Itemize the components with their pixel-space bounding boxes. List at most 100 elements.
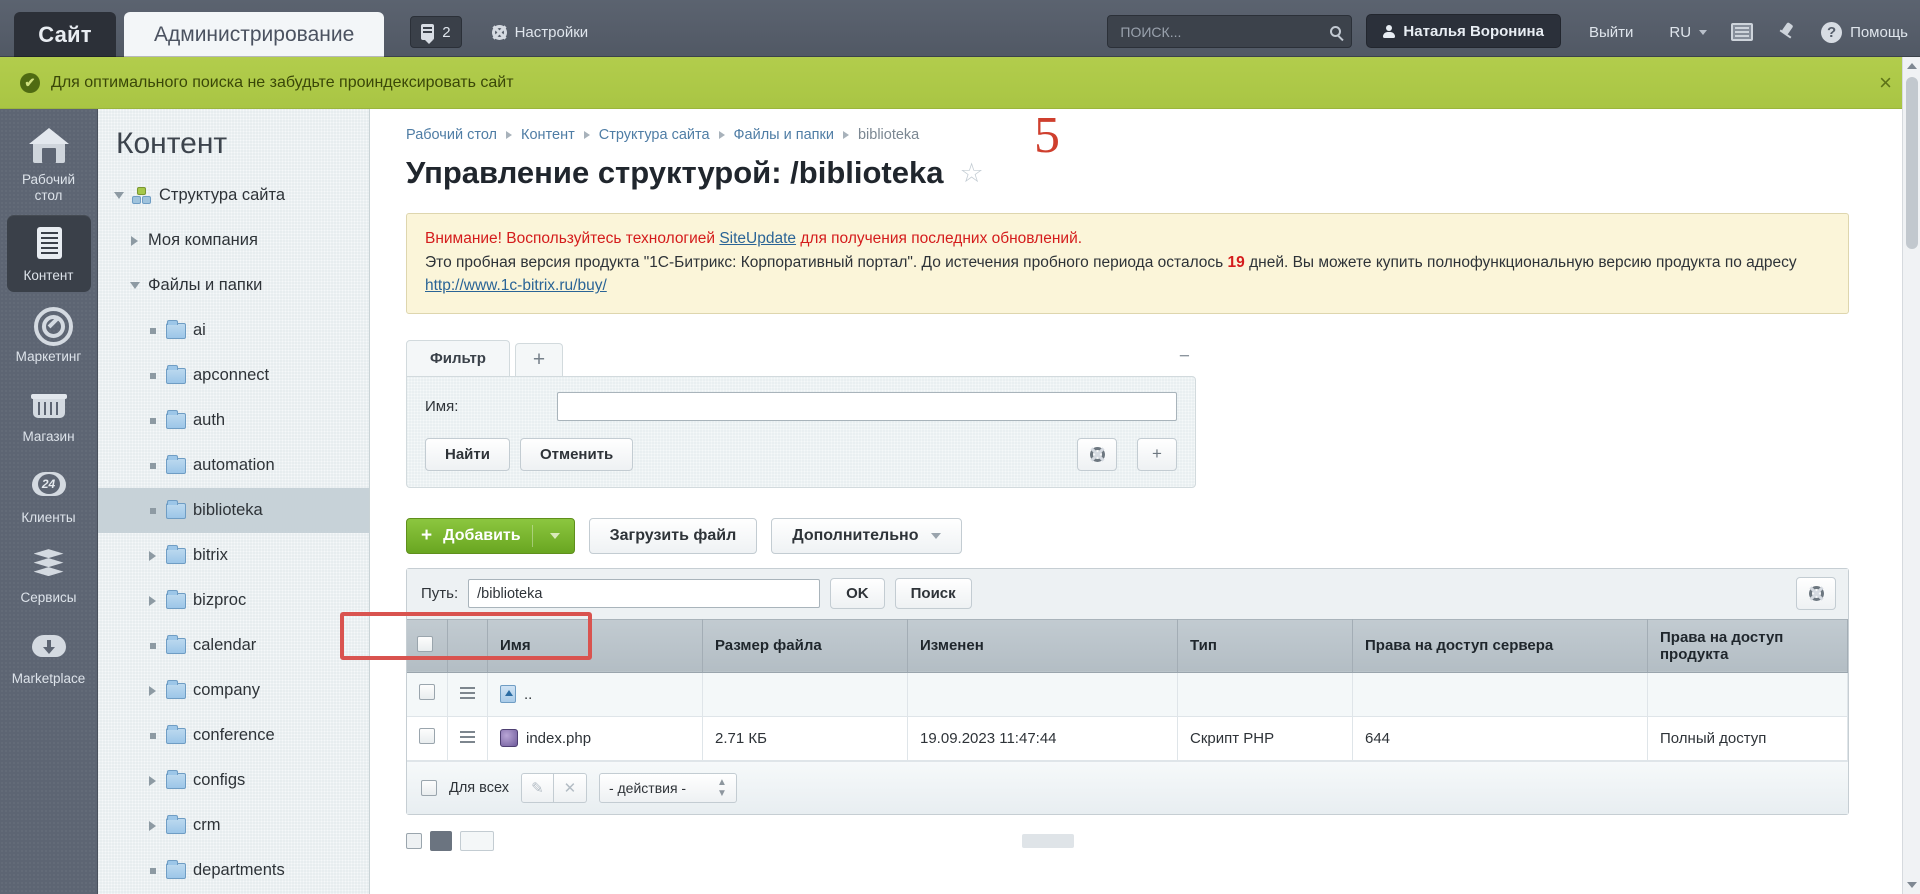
- tree-node-conference[interactable]: conference: [98, 713, 369, 758]
- column-type[interactable]: Тип: [1178, 619, 1353, 672]
- tree-node-crm[interactable]: crm: [98, 803, 369, 848]
- twisty-down-icon[interactable]: [128, 282, 141, 289]
- user-menu[interactable]: Наталья Воронина: [1366, 14, 1561, 48]
- search-icon[interactable]: [1330, 26, 1341, 37]
- grid-settings-button[interactable]: [1796, 577, 1836, 610]
- rail-item-content[interactable]: Контент: [7, 215, 91, 292]
- column-product-rights[interactable]: Права на доступ продукта: [1648, 619, 1848, 672]
- tree-node-auth[interactable]: auth: [98, 398, 369, 443]
- tree-node-ai[interactable]: ai: [98, 308, 369, 353]
- row-checkbox-cell[interactable]: [407, 716, 448, 760]
- close-icon[interactable]: ×: [1879, 72, 1900, 94]
- keyboard-shortcuts-button[interactable]: [1719, 16, 1765, 48]
- buy-link[interactable]: http://www.1c-bitrix.ru/buy/: [425, 277, 607, 294]
- row-name-cell[interactable]: index.php: [488, 716, 703, 760]
- twisty-right-icon[interactable]: [128, 236, 141, 246]
- pin-button[interactable]: [1765, 16, 1809, 48]
- tree-node-automation[interactable]: automation: [98, 443, 369, 488]
- twisty-right-icon[interactable]: [146, 686, 159, 696]
- rail-item-marketplace[interactable]: Marketplace: [7, 618, 91, 695]
- menu-icon[interactable]: [460, 736, 475, 738]
- row-menu-cell[interactable]: [448, 672, 488, 716]
- twisty-right-icon[interactable]: [146, 596, 159, 606]
- bulk-action-select[interactable]: - действия - ▲▼: [599, 773, 737, 803]
- row-checkbox-cell[interactable]: [407, 672, 448, 716]
- logout-link[interactable]: Выйти: [1577, 16, 1645, 48]
- add-filter-tab-button[interactable]: +: [515, 343, 563, 376]
- rail-item-clients[interactable]: 24 Клиенты: [7, 457, 91, 534]
- filter-cancel-button[interactable]: Отменить: [520, 438, 633, 471]
- rail-item-marketing[interactable]: Маркетинг: [7, 296, 91, 373]
- search-input[interactable]: [1118, 23, 1330, 41]
- row-menu-cell[interactable]: [448, 716, 488, 760]
- global-search[interactable]: [1107, 15, 1352, 48]
- tree-node-bitrix[interactable]: bitrix: [98, 533, 369, 578]
- tree-node-my-company[interactable]: Моя компания: [98, 218, 369, 263]
- table-row[interactable]: ..: [407, 672, 1848, 716]
- column-select-all[interactable]: [407, 619, 448, 672]
- twisty-right-icon[interactable]: [146, 821, 159, 831]
- siteupdate-link[interactable]: SiteUpdate: [719, 230, 796, 247]
- bottom-dark-button[interactable]: [430, 831, 452, 851]
- tree-node-company[interactable]: company: [98, 668, 369, 713]
- more-actions-button[interactable]: Дополнительно: [771, 518, 961, 554]
- tree-node-biblioteka[interactable]: biblioteka: [98, 488, 369, 533]
- rail-item-shop[interactable]: Магазин: [7, 376, 91, 453]
- column-size[interactable]: Размер файла: [703, 619, 908, 672]
- checkbox-icon[interactable]: [417, 636, 433, 652]
- breadcrumb-item-files[interactable]: Файлы и папки: [734, 127, 834, 143]
- select-all-checkbox[interactable]: [421, 780, 437, 796]
- tab-administration[interactable]: Администрирование: [124, 12, 384, 57]
- tree-node-configs[interactable]: configs: [98, 758, 369, 803]
- path-search-button[interactable]: Поиск: [895, 578, 972, 609]
- filter-name-input[interactable]: [557, 392, 1177, 421]
- filter-settings-button[interactable]: [1077, 438, 1117, 471]
- filter-right-buttons: +: [1077, 438, 1177, 471]
- menu-icon[interactable]: [460, 692, 475, 694]
- tree-node-files-folders[interactable]: Файлы и папки: [98, 263, 369, 308]
- settings-link[interactable]: Настройки: [480, 16, 601, 48]
- breadcrumb-item-desktop[interactable]: Рабочий стол: [406, 127, 497, 143]
- bottom-light-button[interactable]: [460, 831, 494, 851]
- language-switcher[interactable]: RU: [1657, 16, 1719, 48]
- tree-node-apconnect[interactable]: apconnect: [98, 353, 369, 398]
- breadcrumb-item-sitemap[interactable]: Структура сайта: [599, 127, 710, 143]
- help-link[interactable]: ? Помощь: [1809, 16, 1920, 48]
- twisty-right-icon[interactable]: [146, 551, 159, 561]
- rail-item-services[interactable]: Сервисы: [7, 537, 91, 614]
- column-name[interactable]: Имя: [488, 619, 703, 672]
- collapse-filter-button[interactable]: −: [1179, 346, 1190, 368]
- tab-filter[interactable]: Фильтр: [406, 340, 510, 376]
- twisty-right-icon[interactable]: [146, 776, 159, 786]
- column-server-rights[interactable]: Права на доступ сервера: [1353, 619, 1648, 672]
- path-ok-button[interactable]: OK: [830, 578, 885, 609]
- tree-node-sitemap[interactable]: Структура сайта: [98, 173, 369, 218]
- upload-file-button[interactable]: Загрузить файл: [589, 518, 758, 554]
- scrollbar-thumb[interactable]: [1906, 77, 1918, 249]
- path-input[interactable]: [468, 579, 820, 608]
- bottom-checkbox[interactable]: [406, 833, 422, 849]
- filter-find-button[interactable]: Найти: [425, 438, 510, 471]
- pencil-icon[interactable]: ✎: [521, 773, 554, 803]
- chevron-down-icon[interactable]: [550, 533, 560, 539]
- rail-item-desktop[interactable]: Рабочий стол: [7, 119, 91, 211]
- row-name-cell[interactable]: ..: [488, 672, 703, 716]
- close-icon[interactable]: ✕: [554, 773, 587, 803]
- twisty-down-icon[interactable]: [112, 192, 125, 199]
- breadcrumb-item-content[interactable]: Контент: [521, 127, 575, 143]
- tree-node-departments[interactable]: departments: [98, 848, 369, 893]
- checkbox-icon[interactable]: [419, 684, 435, 700]
- checkbox-icon[interactable]: [419, 728, 435, 744]
- table-row[interactable]: index.php 2.71 КБ 19.09.2023 11:47:44 Ск…: [407, 716, 1848, 760]
- tree-node-calendar[interactable]: calendar: [98, 623, 369, 668]
- tree-node-bizproc[interactable]: bizproc: [98, 578, 369, 623]
- notifications-badge[interactable]: 2: [410, 16, 461, 48]
- tab-site[interactable]: Сайт: [14, 12, 116, 57]
- column-modified[interactable]: Изменен: [908, 619, 1178, 672]
- scrollbar-down-button[interactable]: [1903, 876, 1920, 894]
- add-button[interactable]: + Добавить: [406, 518, 575, 554]
- favorite-star-icon[interactable]: ☆: [959, 158, 983, 189]
- scrollbar-up-button[interactable]: [1903, 57, 1920, 75]
- filter-add-button[interactable]: +: [1137, 438, 1177, 471]
- page-scrollbar[interactable]: [1902, 57, 1920, 894]
